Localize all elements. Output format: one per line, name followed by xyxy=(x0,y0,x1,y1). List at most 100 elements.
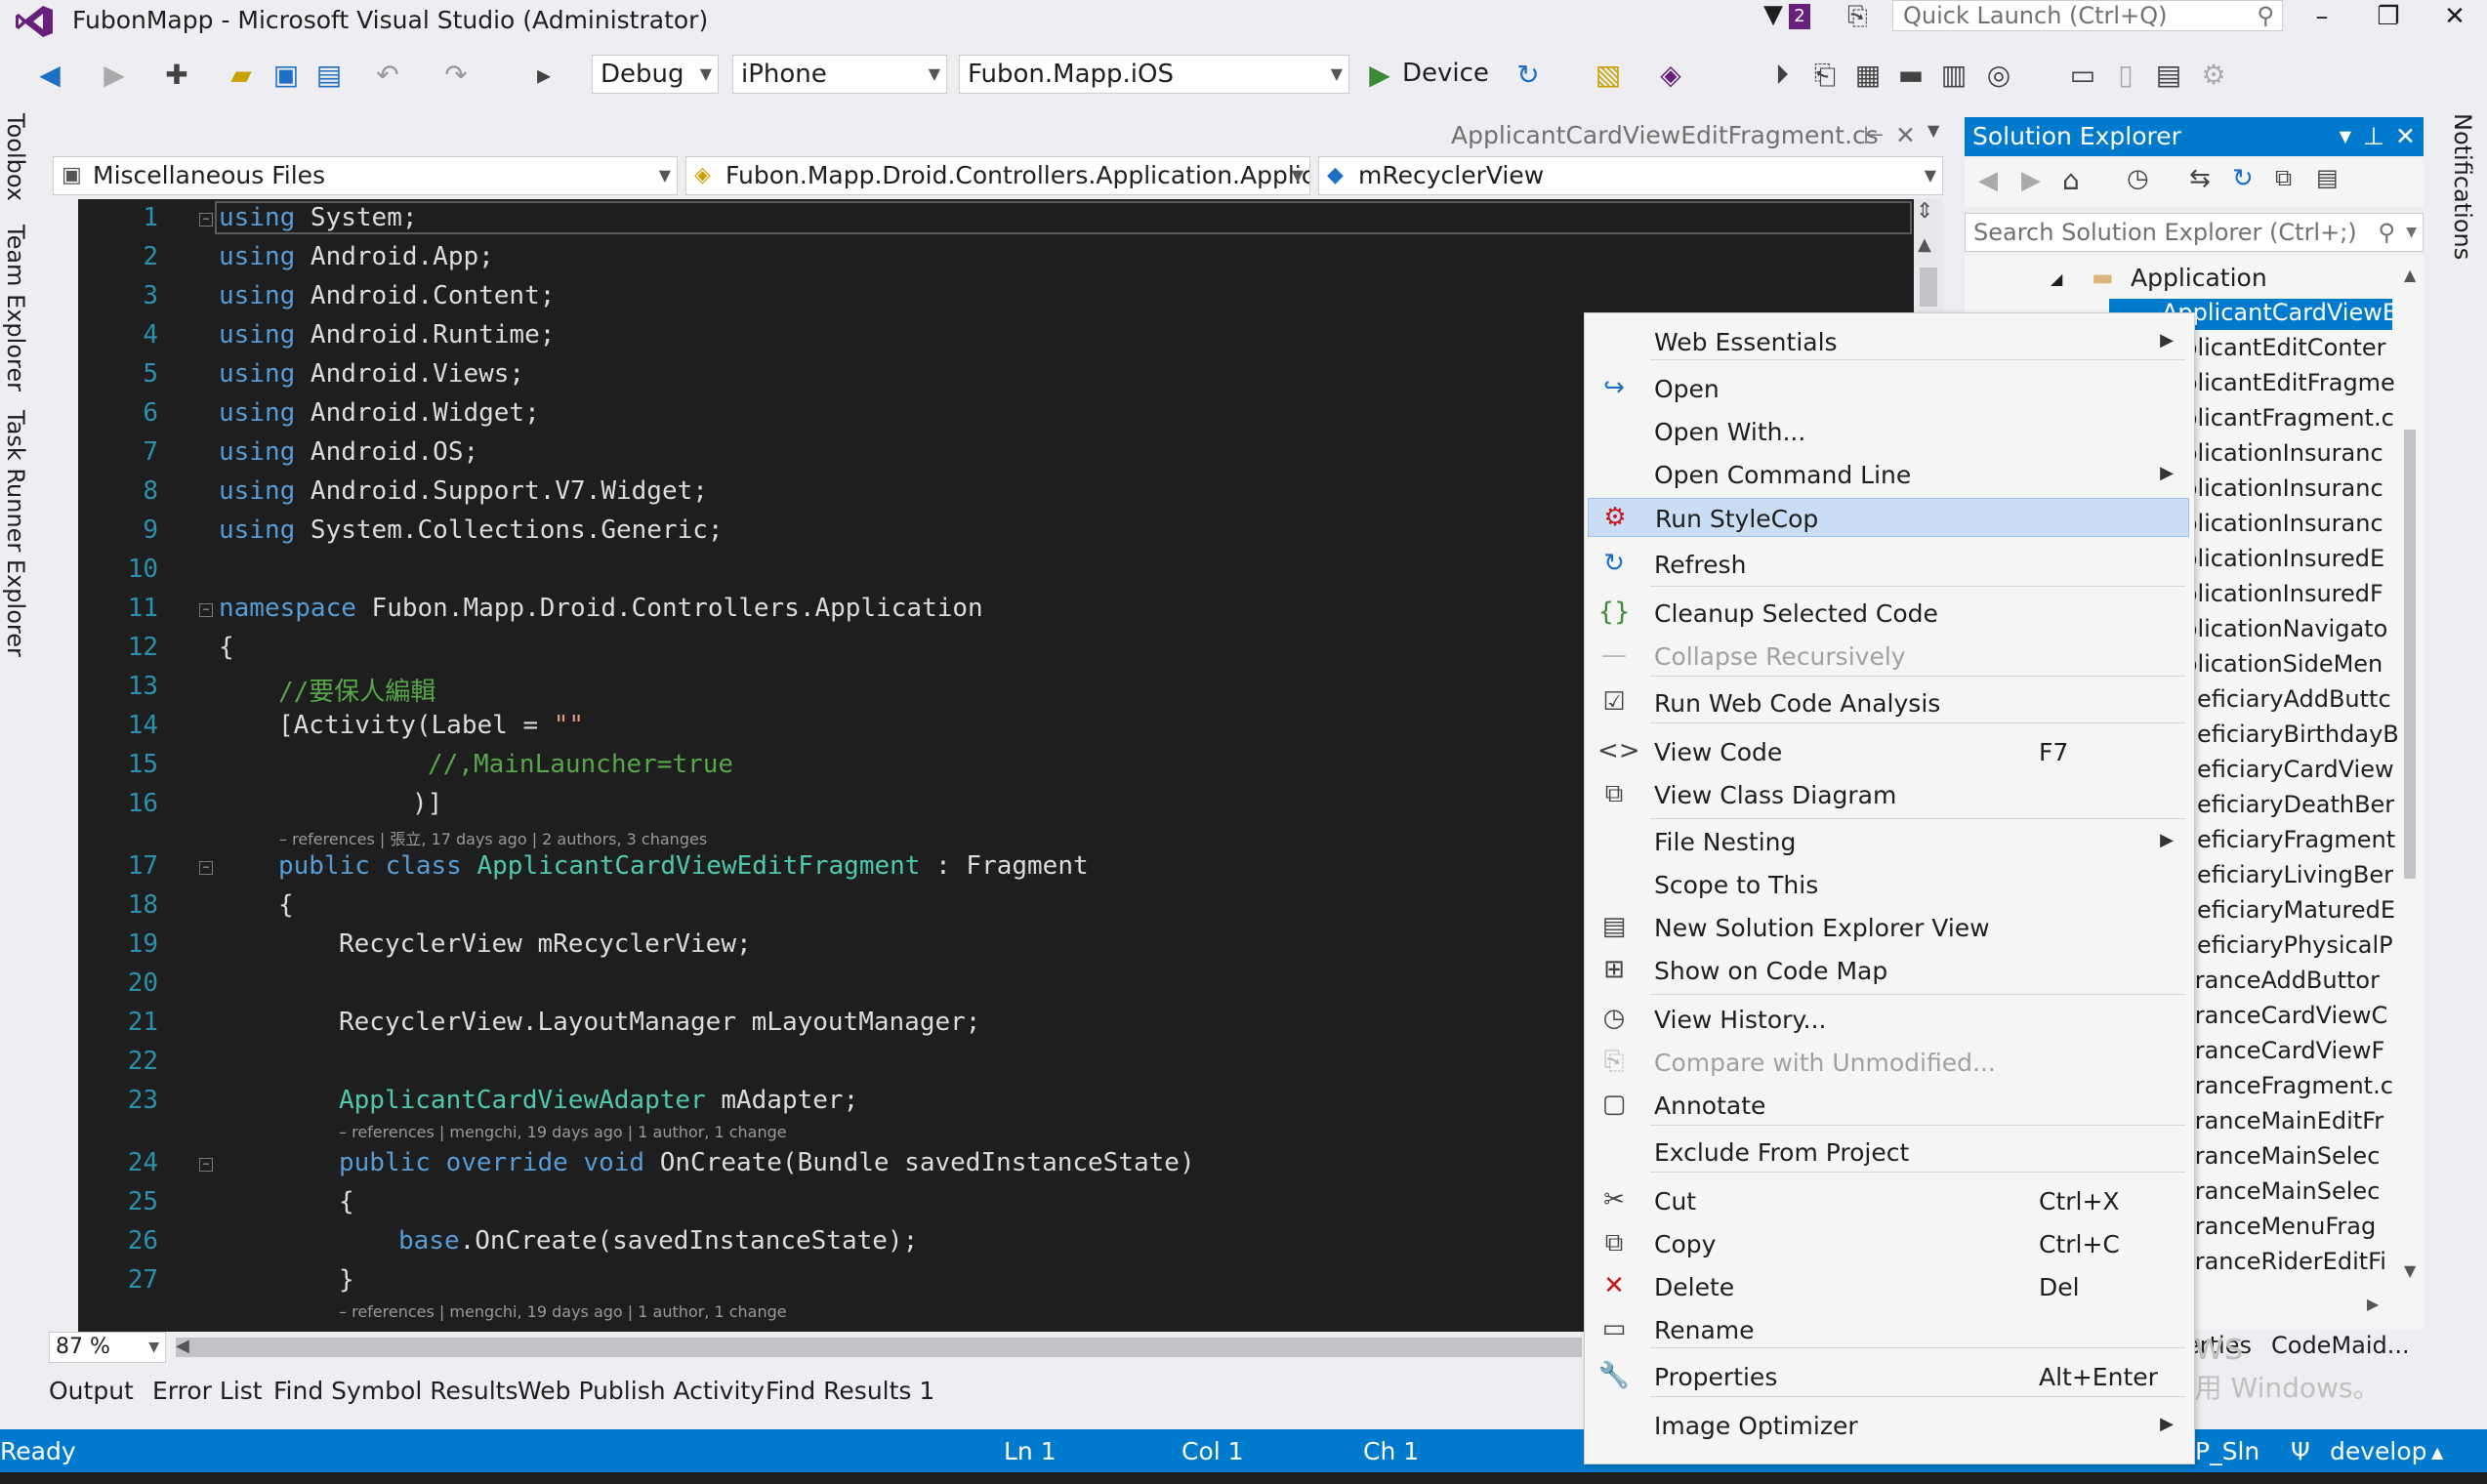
tree-item[interactable]: suranceRiderEditFi xyxy=(2168,1248,2386,1275)
maximize-button[interactable]: ❐ xyxy=(2369,2,2408,31)
tree-item[interactable]: suranceCardViewF xyxy=(2168,1037,2384,1064)
tree-item[interactable]: suranceCardViewC xyxy=(2168,1002,2387,1029)
save-all-icon[interactable]: ▤ xyxy=(312,59,346,91)
tree-item[interactable]: eneficiaryDeathBer xyxy=(2168,791,2394,818)
fold-marker[interactable]: − xyxy=(199,603,213,617)
redo-icon[interactable]: ↷ xyxy=(439,59,473,91)
tree-item[interactable]: eneficiaryLivingBer xyxy=(2168,861,2393,888)
menu-item-view-class-diagram[interactable]: ⧉ View Class Diagram xyxy=(1588,775,2189,814)
menu-item-open-with[interactable]: Open With... xyxy=(1588,412,2189,451)
notifications-tab[interactable]: Notifications xyxy=(2449,113,2476,260)
package-icon[interactable]: ▦ xyxy=(1851,59,1885,91)
tree-item[interactable]: eneficiaryPhysicalP xyxy=(2168,931,2393,959)
tree-item[interactable]: suranceAddButtor xyxy=(2168,967,2380,994)
home-icon[interactable]: ⌂ xyxy=(2062,164,2080,196)
tree-item[interactable]: eneficiaryAddButtc xyxy=(2168,685,2391,713)
panels-icon[interactable]: ▥ xyxy=(1937,59,1970,91)
pin-icon[interactable]: ⊢ xyxy=(1863,115,1885,156)
tab-find-results-1[interactable]: Find Results 1 xyxy=(766,1377,934,1405)
split-icon[interactable]: ⇕ xyxy=(1916,199,1933,224)
tree-item[interactable]: eneficiaryCardView xyxy=(2168,756,2394,783)
new-project-icon[interactable]: ✚ xyxy=(160,59,193,91)
dropdown-icon[interactable]: ▼ xyxy=(2340,117,2351,156)
tree-scroll-up-icon[interactable]: ▲ xyxy=(2404,266,2416,284)
open-folder-icon[interactable]: ▰ xyxy=(225,59,258,91)
menu-item-file-nesting[interactable]: File Nesting ▶ xyxy=(1588,822,2189,861)
forward-icon[interactable]: ▶ xyxy=(98,59,131,91)
expand-arrow-icon[interactable]: ◢ xyxy=(2051,269,2062,288)
tree-item[interactable]: pplicantFragment.c xyxy=(2168,404,2394,432)
menu-item-new-solution-explorer-view[interactable]: ▤ New Solution Explorer View xyxy=(1588,908,2189,947)
device-icon[interactable]: ▯ xyxy=(2109,59,2142,91)
solution-explorer-search[interactable]: Search Solution Explorer (Ctrl+;) ⚲ ▼ xyxy=(1965,213,2424,252)
menu-item-refresh[interactable]: ↻ Refresh xyxy=(1588,545,2189,584)
menu-item-run-stylecop[interactable]: ⚙ Run StyleCop xyxy=(1588,498,2189,537)
menu-item-copy[interactable]: ⧉ Copy Ctrl+C xyxy=(1588,1224,2189,1263)
fold-marker[interactable]: − xyxy=(199,861,213,875)
menu-item-cut[interactable]: ✂ Cut Ctrl+X xyxy=(1588,1181,2189,1220)
tree-item[interactable]: suranceMainSelec xyxy=(2168,1142,2380,1170)
fold-marker[interactable]: − xyxy=(199,1158,213,1172)
tree-item[interactable]: pplicationInsuranc xyxy=(2168,474,2383,502)
tree-item[interactable]: pplicationInsuredE xyxy=(2168,545,2384,572)
forward-icon[interactable]: ▶ xyxy=(2021,166,2041,195)
scroll-up-icon[interactable]: ▲ xyxy=(1918,234,1931,255)
menu-item-open[interactable]: ↪ Open xyxy=(1588,369,2189,408)
tree-item-selected[interactable]: ApplicantCardViewE xyxy=(2162,299,2397,326)
pending-changes-icon[interactable]: ◷ xyxy=(2127,164,2149,193)
tree-item[interactable]: eneficiaryBirthdayB xyxy=(2168,721,2399,748)
tree-scroll-right-icon[interactable]: ▶ xyxy=(2367,1295,2379,1313)
menu-item-image-optimizer[interactable]: Image Optimizer ▶ xyxy=(1588,1406,2189,1445)
status-branch[interactable]: develop xyxy=(2330,1437,2427,1465)
platform-select[interactable]: iPhone ▼ xyxy=(732,55,947,94)
play-icon[interactable]: ▶ xyxy=(1363,59,1396,91)
menu-item-show-on-code-map[interactable]: ⊞ Show on Code Map xyxy=(1588,951,2189,990)
tree-item[interactable]: suranceFragment.c xyxy=(2168,1072,2393,1099)
task-runner-explorer-tab[interactable]: Task Runner Explorer xyxy=(2,410,29,657)
undo-icon[interactable]: ↶ xyxy=(371,59,404,91)
member-select[interactable]: ◆ mRecyclerView ▼ xyxy=(1318,156,1943,195)
menu-item-annotate[interactable]: ▢ Annotate xyxy=(1588,1086,2189,1125)
settings-icon[interactable]: ⚙ xyxy=(2197,59,2230,91)
tree-item[interactable]: eneficiaryFragment xyxy=(2168,826,2395,853)
menu-item-delete[interactable]: ✕ Delete Del xyxy=(1588,1267,2189,1306)
codelens-oncreate[interactable]: – references | mengchi, 19 days ago | 1 … xyxy=(339,1302,787,1321)
save-icon[interactable]: ▣ xyxy=(269,59,303,91)
vs-extension-icon[interactable]: ◈ xyxy=(1654,59,1687,91)
status-solution[interactable]: P_Sln xyxy=(2195,1437,2259,1465)
codelens-adapter[interactable]: – references | mengchi, 19 days ago | 1 … xyxy=(339,1123,787,1141)
scroll-left-icon[interactable]: ◀ xyxy=(176,1336,189,1356)
tab-list-dropdown-icon[interactable]: ▼ xyxy=(1927,121,1939,140)
terminal-icon[interactable]: ▬ xyxy=(1894,59,1927,91)
tree-item[interactable]: pplicationInsuredF xyxy=(2168,580,2383,607)
back-icon[interactable]: ◀ xyxy=(33,59,66,91)
refresh-icon[interactable]: ↻ xyxy=(2232,164,2254,193)
menu-item-rename[interactable]: ▭ Rename xyxy=(1588,1310,2189,1349)
start-options-icon[interactable]: ▸ xyxy=(527,59,560,91)
team-explorer-tab[interactable]: Team Explorer xyxy=(2,225,29,392)
codelens-class[interactable]: – references | 張立, 17 days ago | 2 autho… xyxy=(279,826,707,849)
menu-item-properties[interactable]: 🔧 Properties Alt+Enter xyxy=(1588,1357,2189,1396)
monitor-icon[interactable]: ▭ xyxy=(2066,59,2099,91)
tree-item[interactable]: suranceMainEditFr xyxy=(2168,1107,2383,1134)
menu-item-run-web-code-analysis[interactable]: ☑ Run Web Code Analysis xyxy=(1588,683,2189,722)
menu-item-web-essentials[interactable]: Web Essentials ▶ xyxy=(1588,322,2189,361)
tree-scroll-down-icon[interactable]: ▼ xyxy=(2404,1261,2416,1280)
collapse-all-icon[interactable]: ⧉ xyxy=(2275,164,2292,191)
project-scope-select[interactable]: ▣ Miscellaneous Files ▼ xyxy=(53,156,678,195)
tab-output[interactable]: Output xyxy=(49,1377,134,1405)
run-target-button[interactable]: Device xyxy=(1402,59,1489,88)
tree-folder-application[interactable]: Application xyxy=(2131,264,2267,292)
feedback-icon[interactable]: ⎘ xyxy=(1847,2,1868,32)
tree-item[interactable]: pplicationInsuranc xyxy=(2168,439,2383,467)
tree-scroll-thumb[interactable] xyxy=(2404,430,2416,879)
sync-icon[interactable]: ⇆ xyxy=(2189,164,2211,193)
close-window-button[interactable]: ✕ xyxy=(2435,2,2474,31)
zoom-select[interactable]: 87 % ▼ xyxy=(49,1332,166,1363)
show-all-files-icon[interactable]: ▤ xyxy=(2316,164,2339,191)
attach-icon[interactable]: ⎗ xyxy=(1808,59,1842,92)
tree-item[interactable]: pplicantEditFragme xyxy=(2168,369,2395,396)
branch-up-icon[interactable]: ▲ xyxy=(2431,1443,2443,1462)
menu-item-cleanup-selected-code[interactable]: {} Cleanup Selected Code xyxy=(1588,594,2189,633)
quick-launch-input[interactable]: Quick Launch (Ctrl+Q) ⚲ xyxy=(1892,0,2283,31)
